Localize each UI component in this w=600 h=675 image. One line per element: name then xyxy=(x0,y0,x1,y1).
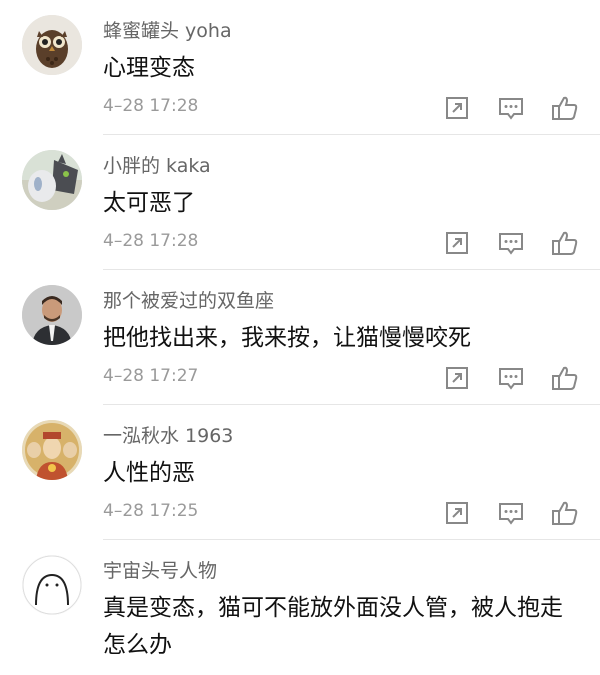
reply-icon xyxy=(499,503,523,525)
reply-icon xyxy=(499,368,523,390)
timestamp: 4–28 17:27 xyxy=(103,366,199,386)
username[interactable]: 那个被爱过的双鱼座 xyxy=(103,286,274,313)
like-button[interactable] xyxy=(551,499,579,527)
forward-button[interactable] xyxy=(443,364,471,392)
thumbs-up-icon xyxy=(552,501,578,525)
comment-text: 心理变态 xyxy=(103,55,195,81)
timestamp: 4–28 17:28 xyxy=(103,231,199,251)
reply-button[interactable] xyxy=(497,229,525,257)
like-button[interactable] xyxy=(551,94,579,122)
timestamp: 4–28 17:28 xyxy=(103,96,199,116)
username[interactable]: 蜂蜜罐头 yoha xyxy=(103,16,232,43)
comment-text: 人性的恶 xyxy=(103,460,195,486)
forward-button[interactable] xyxy=(443,94,471,122)
forward-button[interactable] xyxy=(443,229,471,257)
comment-item: 一泓秋水 1963 人性的恶 4–28 17:25 xyxy=(0,405,600,540)
comment-item: 宇宙头号人物 真是变态，猫可不能放外面没人管，被人抱走怎么办 xyxy=(0,540,600,675)
forward-icon xyxy=(446,97,468,119)
reply-button[interactable] xyxy=(497,364,525,392)
comment-list: 蜂蜜罐头 yoha 心理变态 4–28 17:28 小胖的 kaka 太可恶了 … xyxy=(0,0,600,675)
like-button[interactable] xyxy=(551,364,579,392)
username[interactable]: 一泓秋水 1963 xyxy=(103,421,233,448)
comment-text: 把他找出来，我来按，让猫慢慢咬死 xyxy=(103,325,471,351)
reply-icon xyxy=(499,98,523,120)
reply-icon xyxy=(499,233,523,255)
forward-icon xyxy=(446,367,468,389)
reply-button[interactable] xyxy=(497,499,525,527)
cartoon-avatar[interactable] xyxy=(22,555,82,615)
thumbs-up-icon xyxy=(552,366,578,390)
timestamp: 4–28 17:25 xyxy=(103,501,199,521)
forward-icon xyxy=(446,232,468,254)
comment-item: 蜂蜜罐头 yoha 心理变态 4–28 17:28 xyxy=(0,0,600,135)
like-button[interactable] xyxy=(551,229,579,257)
cat-avatar[interactable] xyxy=(22,150,82,210)
reply-button[interactable] xyxy=(497,94,525,122)
forward-button[interactable] xyxy=(443,499,471,527)
thumbs-up-icon xyxy=(552,96,578,120)
username[interactable]: 小胖的 kaka xyxy=(103,151,211,178)
forward-icon xyxy=(446,502,468,524)
comment-text: 真是变态，猫可不能放外面没人管，被人抱走怎么办 xyxy=(103,595,563,658)
username[interactable]: 宇宙头号人物 xyxy=(103,556,217,583)
comment-text: 太可恶了 xyxy=(103,190,195,216)
deity-avatar[interactable] xyxy=(22,420,82,480)
owl-avatar[interactable] xyxy=(22,15,82,75)
comment-item: 小胖的 kaka 太可恶了 4–28 17:28 xyxy=(0,135,600,270)
comment-item: 那个被爱过的双鱼座 把他找出来，我来按，让猫慢慢咬死 4–28 17:27 xyxy=(0,270,600,405)
man-avatar[interactable] xyxy=(22,285,82,345)
thumbs-up-icon xyxy=(552,231,578,255)
